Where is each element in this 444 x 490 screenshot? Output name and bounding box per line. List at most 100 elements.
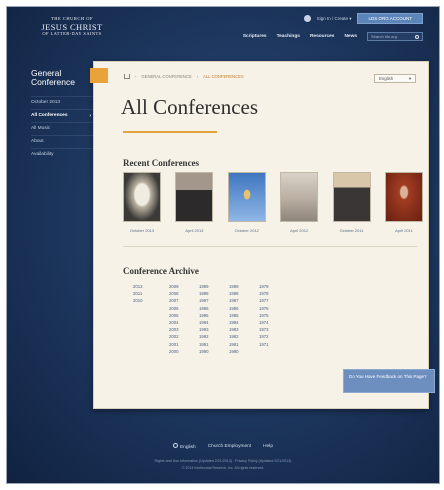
nav-teachings[interactable]: Teachings (277, 34, 300, 39)
archive-year-link[interactable]: 2002 (169, 333, 189, 340)
nav-resources[interactable]: Resources (310, 34, 335, 39)
archive-year-link[interactable]: 1998 (199, 290, 219, 297)
leaders-image[interactable] (175, 172, 214, 222)
archive-year-link[interactable]: 1976 (259, 305, 279, 312)
conference-caption[interactable]: April 2012 (280, 228, 318, 233)
archive-year-link[interactable]: 1971 (259, 341, 279, 348)
archive-year-link[interactable]: 1980 (229, 348, 249, 355)
conference-thumb[interactable]: October 2013 (123, 172, 161, 233)
archive-year-link[interactable]: 1986 (229, 305, 249, 312)
archive-year-link[interactable]: 2009 (169, 283, 189, 290)
archive-year-link[interactable]: 1978 (259, 290, 279, 297)
conference-caption[interactable]: October 2013 (123, 228, 161, 233)
archive-year-link[interactable]: 2004 (169, 319, 189, 326)
archive-year-link[interactable]: 1993 (199, 326, 219, 333)
sidebar-item-october-2013[interactable]: October 2013 (31, 95, 93, 109)
archive-year-link[interactable]: 1992 (199, 333, 219, 340)
conference-caption[interactable]: April 2011 (385, 228, 423, 233)
church-logo[interactable]: THE CHURCH OF JESUS CHRIST OF LATTER-DAY… (31, 16, 113, 37)
search-icon[interactable] (415, 34, 419, 39)
conference-thumb[interactable]: April 2011 (384, 172, 423, 233)
archive-year-link[interactable]: 1996 (199, 305, 219, 312)
archive-year-link[interactable]: 2006 (169, 305, 189, 312)
search-input[interactable]: Search lds.org (367, 32, 423, 41)
conference-caption[interactable]: October 2012 (228, 228, 266, 233)
conference-thumb[interactable]: October 2011 (332, 172, 371, 233)
archive-year-link[interactable]: 1997 (199, 297, 219, 304)
archive-year-link[interactable]: 1982 (229, 333, 249, 340)
archive-year-link[interactable]: 1995 (199, 312, 219, 319)
archive-year-link[interactable]: 1972 (259, 333, 279, 340)
logo-line-3: OF LATTER-DAY SAINTS (42, 31, 102, 36)
archive-year-link[interactable]: 2007 (169, 297, 189, 304)
sidebar-item-label: Availability (31, 152, 54, 158)
conference-thumb[interactable]: April 2012 (280, 172, 319, 233)
logo-line-2: JESUS CHRIST (41, 21, 103, 32)
archive-year-link[interactable]: 1991 (199, 341, 219, 348)
archive-year-link[interactable]: 1989 (229, 283, 249, 290)
archive-year-link[interactable]: 1984 (229, 319, 249, 326)
archive-year-link[interactable]: 1987 (229, 297, 249, 304)
archive-year-link[interactable]: 2001 (169, 341, 189, 348)
archive-year-link[interactable]: 1988 (229, 290, 249, 297)
nav-news[interactable]: News (344, 34, 357, 39)
archive-year-link[interactable]: 2005 (169, 312, 189, 319)
breadcrumb-separator: › (135, 74, 137, 79)
footer-language-label: English (179, 445, 196, 450)
presidency-image[interactable] (332, 172, 371, 222)
recent-conferences-list: October 2013 April 2013 October 2012 Apr… (123, 172, 423, 233)
sidebar-item-all-conferences[interactable]: All Conferences › (31, 108, 93, 122)
content-panel: › GENERAL CONFERENCE › ALL CONFERENCES E… (90, 61, 429, 409)
sidebar-item-about[interactable]: About (31, 134, 93, 148)
archive-year-link[interactable]: 1973 (259, 326, 279, 333)
sidebar: General Conference October 2013 All Conf… (31, 68, 93, 161)
archive-year-link[interactable]: 1981 (229, 341, 249, 348)
archive-year-link[interactable]: 1994 (199, 319, 219, 326)
feedback-button[interactable]: Do You Have Feedback on This Page? (343, 369, 435, 393)
sidebar-item-availability[interactable]: Availability (31, 147, 93, 161)
globe-icon (172, 443, 178, 448)
footer-employment-link[interactable]: Church Employment (208, 444, 251, 449)
archive-column: 1979 1978 1977 1976 1975 1974 1973 1972 … (259, 283, 279, 355)
archive-year-link[interactable]: 2008 (169, 290, 189, 297)
conference-thumb[interactable]: April 2013 (175, 172, 214, 233)
archive-year-link[interactable]: 2010 (133, 297, 153, 304)
conference-caption[interactable]: April 2013 (175, 228, 213, 233)
archive-year-link[interactable]: 1979 (259, 283, 279, 290)
archive-year-link[interactable]: 1999 (199, 283, 219, 290)
breadcrumb-separator: › (196, 74, 199, 79)
title-underline (123, 131, 217, 133)
user-menu-link[interactable]: Sign In / Create ▾ (317, 16, 352, 22)
archive-year-link[interactable]: 1977 (259, 297, 279, 304)
nav-scriptures[interactable]: Scriptures (243, 34, 267, 39)
conference-thumb[interactable]: October 2012 (227, 172, 266, 233)
speaker-image[interactable] (384, 172, 423, 222)
language-select[interactable]: English ▾ (374, 74, 416, 83)
archive-year-link[interactable]: 1983 (229, 326, 249, 333)
conference-archive: 2013 2011 2010 2009 2008 2007 2006 2005 … (133, 283, 279, 355)
archive-year-link[interactable]: 1990 (199, 348, 219, 355)
home-icon[interactable] (124, 74, 130, 79)
language-value: English (379, 76, 394, 81)
section-divider (123, 246, 417, 247)
sidebar-title[interactable]: General Conference (31, 68, 93, 88)
archive-year-link[interactable]: 1974 (259, 319, 279, 326)
temple-image[interactable] (280, 172, 319, 222)
archive-year-link[interactable]: 2013 (133, 283, 153, 290)
archive-year-link[interactable]: 2000 (169, 348, 189, 355)
footer-legal-line-1[interactable]: Rights and Use Information (Updated 2/21… (7, 459, 439, 463)
conference-caption[interactable]: October 2011 (333, 228, 371, 233)
sidebar-item-all-music[interactable]: All Music (31, 121, 93, 135)
angel-moroni-image[interactable] (227, 172, 266, 222)
archive-year-link[interactable]: 2011 (133, 290, 153, 297)
statue-image[interactable] (123, 172, 161, 222)
archive-year-link[interactable]: 1985 (229, 312, 249, 319)
archive-year-link[interactable]: 2003 (169, 326, 189, 333)
recent-conferences-heading: Recent Conferences (123, 158, 200, 168)
sign-in-button[interactable]: LDS.ORG ACCOUNT (357, 13, 423, 24)
footer-help-link[interactable]: Help (263, 444, 273, 449)
sidebar-item-label: October 2013 (31, 100, 61, 106)
footer-language-link[interactable]: English (172, 443, 196, 450)
breadcrumb-general-conference[interactable]: GENERAL CONFERENCE (141, 74, 191, 79)
archive-year-link[interactable]: 1975 (259, 312, 279, 319)
